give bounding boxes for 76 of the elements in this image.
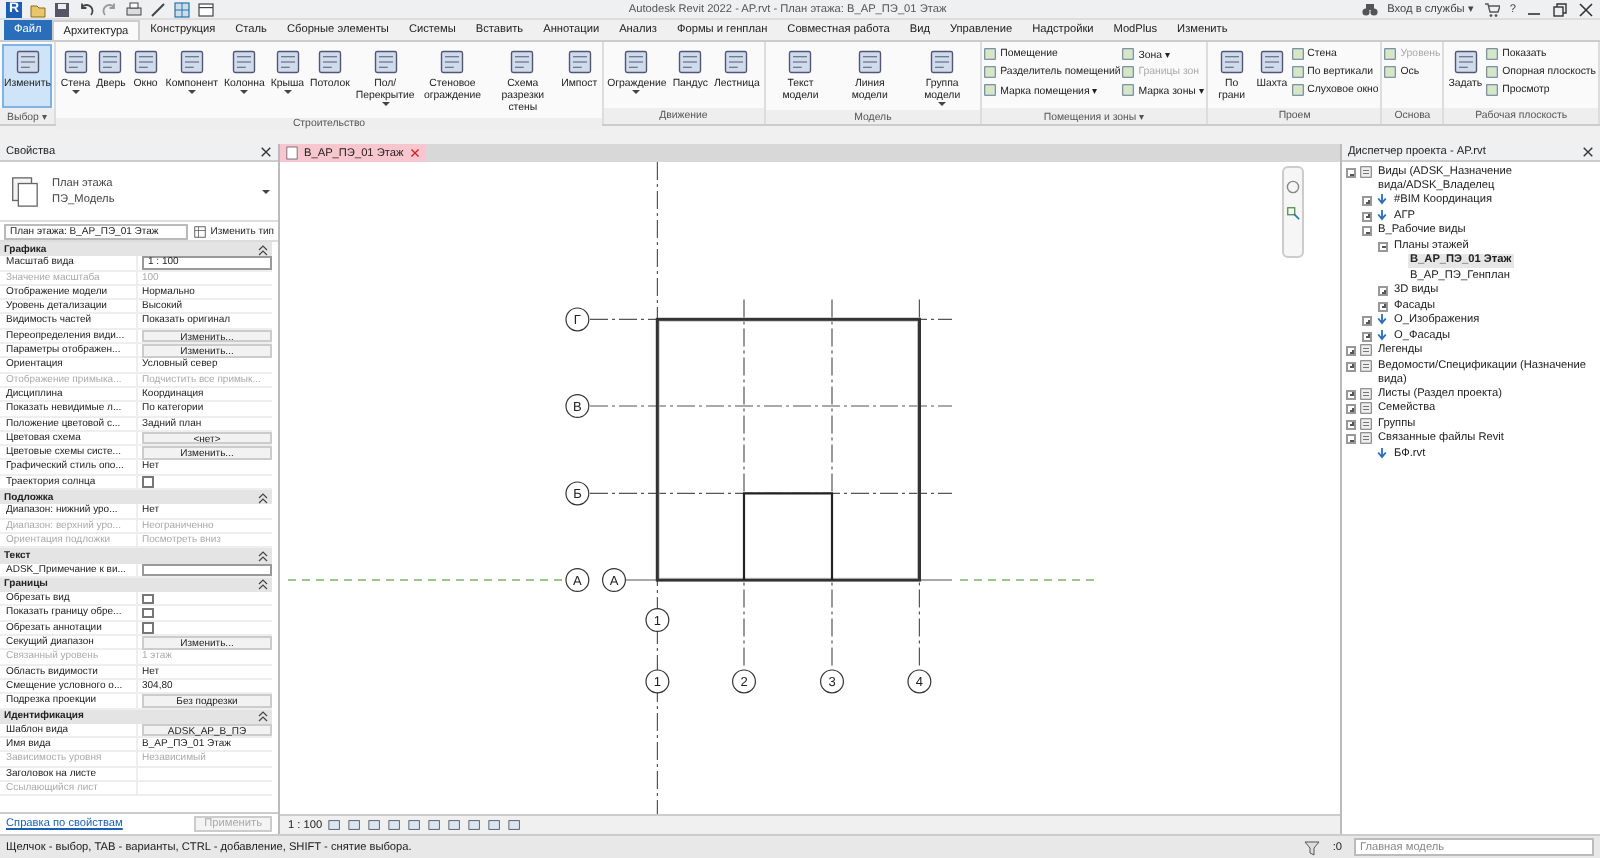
expand-toggle[interactable]	[1346, 168, 1356, 178]
save-icon[interactable]	[54, 1, 70, 17]
expand-toggle[interactable]	[1346, 361, 1356, 371]
tool-icon	[131, 48, 160, 76]
collapse-icon[interactable]	[258, 710, 268, 723]
list-icon	[1360, 344, 1372, 356]
expand-toggle[interactable]	[1346, 389, 1356, 399]
expand-toggle[interactable]	[1362, 211, 1372, 221]
tool-icon	[177, 48, 206, 76]
link-icon	[1376, 314, 1388, 326]
tool-icon	[315, 48, 344, 76]
collapse-icon[interactable]	[258, 243, 268, 256]
navigation-bar[interactable]	[1282, 166, 1304, 258]
list-icon	[1360, 166, 1372, 178]
tool-icon	[565, 48, 594, 76]
link-icon	[1376, 447, 1388, 459]
list-icon	[1360, 402, 1372, 414]
tool-icon	[855, 48, 884, 76]
checkbox[interactable]	[142, 607, 153, 619]
list-icon	[1360, 359, 1372, 371]
list-icon	[1360, 417, 1372, 429]
link-icon	[1376, 329, 1388, 341]
tool-icon	[13, 48, 42, 76]
close-icon[interactable]	[260, 146, 272, 158]
binoculars-icon[interactable]	[1361, 1, 1378, 17]
wall-drawing[interactable]	[655, 317, 921, 582]
table-icon	[194, 225, 207, 237]
expand-toggle[interactable]	[1378, 286, 1388, 296]
expand-toggle[interactable]	[1362, 196, 1372, 206]
tool-icon	[1451, 48, 1480, 76]
grid-icon[interactable]	[174, 1, 190, 17]
tool-icon	[1257, 48, 1286, 76]
expand-toggle[interactable]	[1362, 316, 1372, 326]
expand-toggle[interactable]	[1346, 419, 1356, 429]
close-icon[interactable]	[1582, 146, 1594, 158]
caret-icon[interactable]	[262, 189, 270, 193]
expand-toggle[interactable]	[1362, 226, 1372, 236]
expand-toggle[interactable]	[1378, 301, 1388, 311]
tool-icon	[61, 48, 90, 76]
tool-icon	[273, 48, 302, 76]
expand-toggle[interactable]	[1346, 434, 1356, 444]
collapse-icon[interactable]	[258, 549, 268, 562]
tool-icon	[1217, 48, 1246, 76]
tool-icon	[508, 48, 537, 76]
collapse-icon[interactable]	[258, 578, 268, 591]
checkbox[interactable]	[142, 476, 153, 488]
tool-icon	[928, 48, 957, 76]
window-icon[interactable]	[198, 1, 214, 17]
expand-toggle[interactable]	[1346, 346, 1356, 356]
tool-icon	[622, 48, 651, 76]
list-icon	[1360, 432, 1372, 444]
tool-icon	[230, 48, 259, 76]
tool-icon	[438, 48, 467, 76]
expand-toggle[interactable]	[1362, 331, 1372, 341]
floor-plan-icon	[8, 175, 40, 207]
ruler-icon[interactable]	[150, 1, 166, 17]
link-icon	[1376, 209, 1388, 221]
tool-icon	[786, 48, 815, 76]
restore-icon[interactable]	[1552, 1, 1568, 17]
checkbox[interactable]	[142, 593, 153, 605]
collapse-icon[interactable]	[258, 491, 268, 504]
filter-icon[interactable]	[1304, 839, 1321, 855]
list-icon	[1360, 387, 1372, 399]
tool-icon	[722, 48, 751, 76]
undo-icon[interactable]	[78, 1, 94, 17]
tool-icon	[96, 48, 125, 76]
checkbox[interactable]	[142, 622, 153, 634]
expand-toggle[interactable]	[1346, 404, 1356, 414]
tool-icon	[676, 48, 705, 76]
tool-icon	[371, 48, 400, 76]
link-icon	[1376, 194, 1388, 206]
print-icon[interactable]	[126, 1, 142, 17]
expand-toggle[interactable]	[1378, 241, 1388, 251]
cart-icon[interactable]	[1483, 1, 1500, 17]
close-icon[interactable]	[1578, 1, 1594, 17]
zoom-icon[interactable]	[1286, 206, 1300, 220]
